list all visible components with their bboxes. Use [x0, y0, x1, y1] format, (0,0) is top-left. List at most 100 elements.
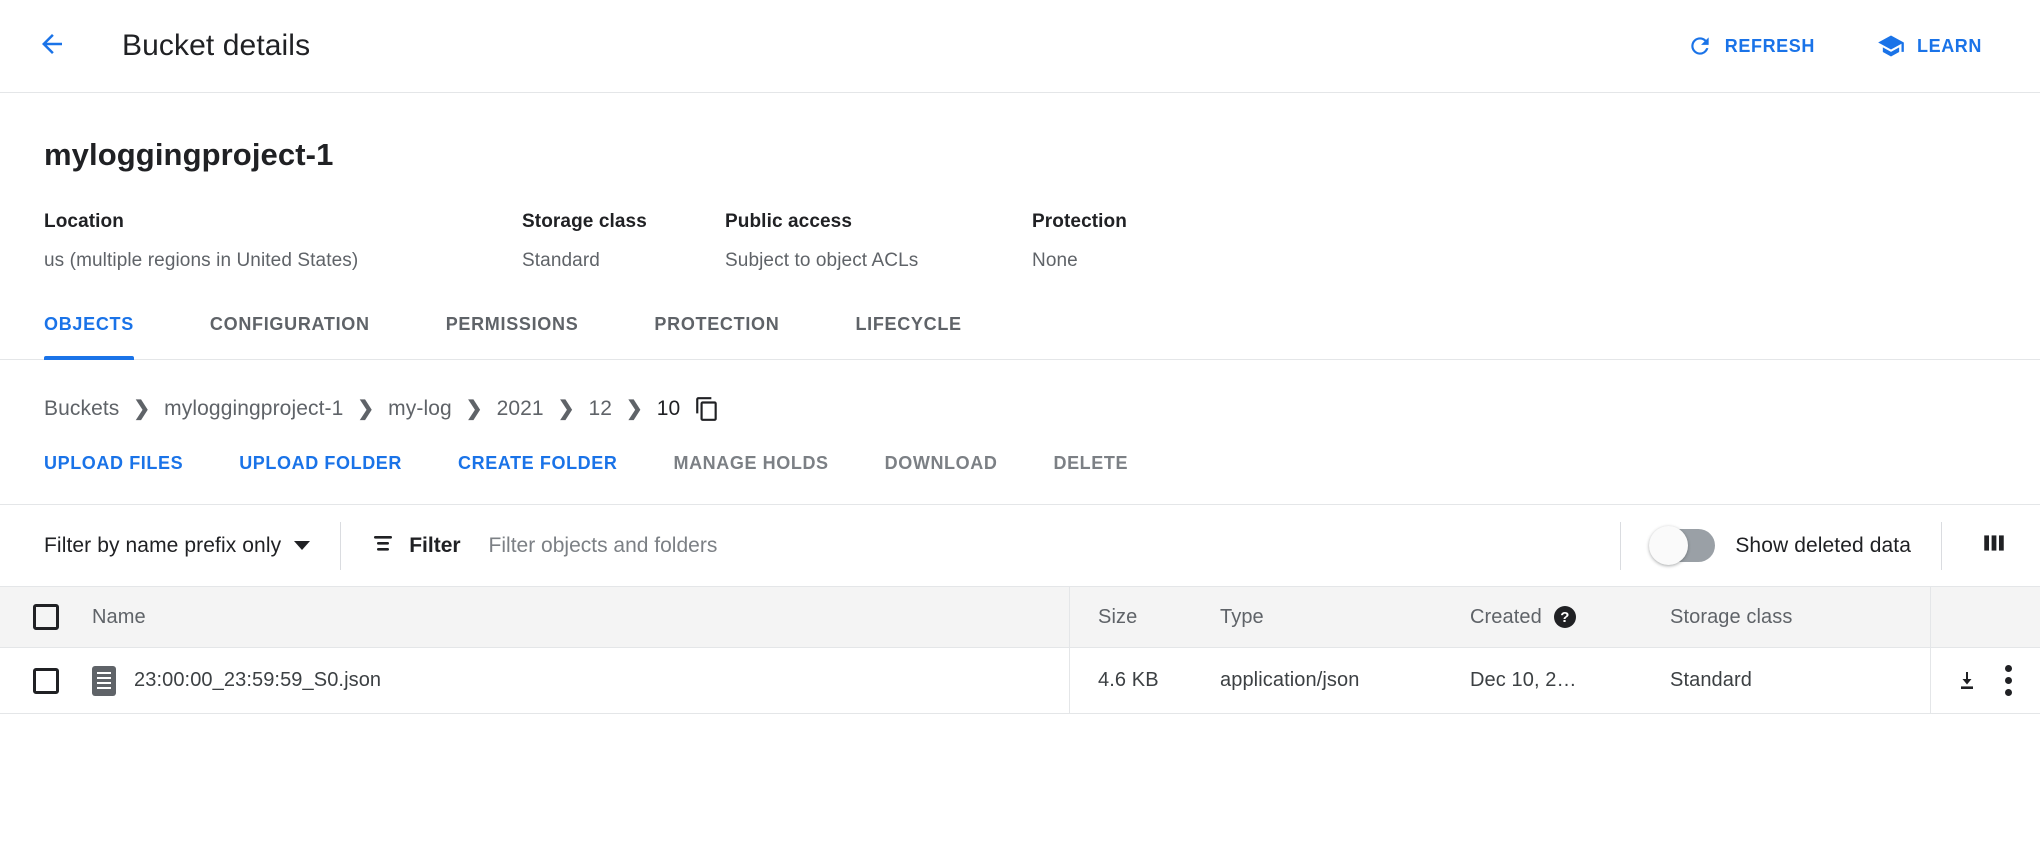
object-size-label: 4.6 KB	[1098, 669, 1159, 691]
refresh-button[interactable]: REFRESH	[1673, 23, 1829, 69]
toolbar-divider	[1620, 522, 1621, 570]
tab-protection[interactable]: PROTECTION	[654, 314, 779, 359]
cell-row-actions	[1930, 648, 2040, 713]
breadcrumb-item-10: 10	[657, 397, 681, 421]
upload-folder-button[interactable]: UPLOAD FOLDER	[239, 453, 402, 474]
chevron-right-icon: ❯	[466, 399, 483, 419]
learn-button[interactable]: LEARN	[1863, 22, 1996, 70]
meta-label: Location	[44, 211, 522, 233]
column-header-name[interactable]: Name	[92, 587, 1070, 647]
column-header-label: Name	[92, 606, 146, 629]
breadcrumb: Buckets ❯ myloggingproject-1 ❯ my-log ❯ …	[0, 360, 2040, 422]
breadcrumb-item-my-log[interactable]: my-log	[388, 397, 452, 421]
tab-bar: OBJECTS CONFIGURATION PERMISSIONS PROTEC…	[0, 314, 2040, 360]
filter-input[interactable]	[489, 534, 1009, 558]
toggle-knob	[1649, 526, 1688, 565]
column-header-created[interactable]: Created ?	[1470, 606, 1670, 629]
row-select-cell	[0, 668, 92, 694]
graduation-cap-icon	[1877, 32, 1905, 60]
column-header-size[interactable]: Size	[1070, 606, 1220, 629]
meta-value: Subject to object ACLs	[725, 250, 1032, 272]
object-created-label: Dec 10, 2…	[1470, 669, 1577, 692]
column-display-options-icon	[1981, 530, 2007, 561]
meta-value: Standard	[522, 250, 725, 272]
chevron-right-icon: ❯	[558, 399, 575, 419]
table-header-row: Name Size Type Created ? Storage class	[0, 586, 2040, 648]
column-display-options-button[interactable]	[1972, 524, 2016, 568]
object-type-label: application/json	[1220, 669, 1359, 691]
breadcrumb-item-12[interactable]: 12	[588, 397, 612, 421]
column-header-storage-class[interactable]: Storage class	[1670, 606, 1930, 629]
refresh-icon	[1687, 33, 1713, 59]
file-json-icon	[92, 666, 116, 696]
cell-object-name[interactable]: 23:00:00_23:59:59_S0.json	[92, 648, 1070, 713]
meta-label: Storage class	[522, 211, 725, 233]
cell-object-storage-class: Standard	[1670, 669, 1930, 692]
filter-prefix-select-value: Filter by name prefix only	[44, 534, 281, 558]
bucket-meta-row: Location us (multiple regions in United …	[44, 211, 1996, 272]
toolbar-divider	[1941, 522, 1942, 570]
cell-object-size: 4.6 KB	[1070, 669, 1220, 692]
download-icon[interactable]	[1953, 669, 1981, 693]
meta-value: us (multiple regions in United States)	[44, 250, 522, 272]
filter-button[interactable]: Filter	[371, 531, 460, 561]
meta-public-access: Public access Subject to object ACLs	[725, 211, 1032, 272]
chevron-right-icon: ❯	[133, 399, 150, 419]
column-header-label: Created	[1470, 606, 1542, 629]
create-folder-button[interactable]: CREATE FOLDER	[458, 453, 617, 474]
show-deleted-data-toggle[interactable]: Show deleted data	[1651, 529, 1911, 562]
meta-label: Protection	[1032, 211, 1292, 233]
meta-location: Location us (multiple regions in United …	[44, 211, 522, 272]
object-name-label: 23:00:00_23:59:59_S0.json	[134, 669, 381, 692]
breadcrumb-item-buckets[interactable]: Buckets	[44, 397, 119, 421]
arrow-back-icon	[37, 29, 67, 64]
object-actions-toolbar: UPLOAD FILES UPLOAD FOLDER CREATE FOLDER…	[0, 422, 2040, 474]
meta-storage-class: Storage class Standard	[522, 211, 725, 272]
manage-holds-button: MANAGE HOLDS	[673, 453, 828, 474]
filter-icon	[371, 531, 395, 561]
top-app-bar: Bucket details REFRESH LEARN	[0, 0, 2040, 93]
refresh-label: REFRESH	[1725, 36, 1815, 57]
bucket-name: myloggingproject-1	[44, 137, 1996, 173]
chevron-right-icon: ❯	[357, 399, 374, 419]
chevron-right-icon: ❯	[626, 399, 643, 419]
column-header-label: Size	[1098, 606, 1137, 628]
cell-object-created: Dec 10, 2…	[1470, 669, 1670, 692]
select-all-checkbox[interactable]	[33, 604, 59, 630]
toggle-switch[interactable]	[1651, 529, 1715, 562]
tab-lifecycle[interactable]: LIFECYCLE	[855, 314, 961, 359]
tab-permissions[interactable]: PERMISSIONS	[446, 314, 579, 359]
filter-toolbar: Filter by name prefix only Filter Show d…	[0, 504, 2040, 586]
help-icon[interactable]: ?	[1554, 606, 1576, 628]
meta-value: None	[1032, 250, 1292, 272]
column-header-type[interactable]: Type	[1220, 606, 1470, 629]
copy-icon[interactable]	[694, 396, 720, 422]
delete-button: DELETE	[1053, 453, 1128, 474]
filter-prefix-select[interactable]: Filter by name prefix only	[44, 534, 310, 558]
chevron-down-icon	[294, 541, 310, 550]
column-header-actions	[1930, 587, 2040, 647]
column-header-label: Storage class	[1670, 606, 1792, 628]
meta-protection: Protection None	[1032, 211, 1292, 272]
breadcrumb-item-2021[interactable]: 2021	[497, 397, 544, 421]
tab-configuration[interactable]: CONFIGURATION	[210, 314, 370, 359]
learn-label: LEARN	[1917, 36, 1982, 57]
filter-button-label: Filter	[409, 534, 460, 558]
table-row[interactable]: 23:00:00_23:59:59_S0.json 4.6 KB applica…	[0, 648, 2040, 714]
breadcrumb-item-bucket[interactable]: myloggingproject-1	[164, 397, 343, 421]
page-title: Bucket details	[122, 29, 310, 63]
tab-objects[interactable]: OBJECTS	[44, 314, 134, 359]
download-button: DOWNLOAD	[885, 453, 998, 474]
meta-label: Public access	[725, 211, 1032, 233]
cell-object-type: application/json	[1220, 669, 1470, 692]
show-deleted-data-label: Show deleted data	[1735, 534, 1911, 558]
toolbar-divider	[340, 522, 341, 570]
more-vert-icon[interactable]	[2005, 665, 2012, 696]
bucket-summary: myloggingproject-1 Location us (multiple…	[0, 93, 2040, 272]
back-button[interactable]	[26, 20, 78, 72]
upload-files-button[interactable]: UPLOAD FILES	[44, 453, 183, 474]
select-all-cell	[0, 604, 92, 630]
row-checkbox[interactable]	[33, 668, 59, 694]
object-storage-class-label: Standard	[1670, 669, 1752, 691]
objects-table: Name Size Type Created ? Storage class 2…	[0, 586, 2040, 714]
